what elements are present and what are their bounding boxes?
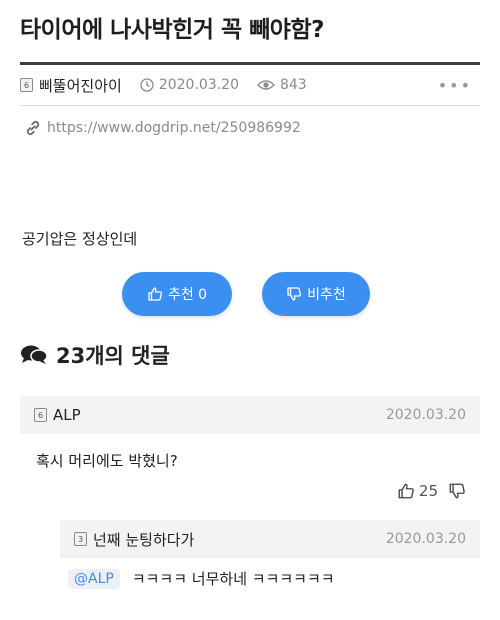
post-url-link[interactable]: https://www.dogdrip.net/250986992 [47, 120, 301, 136]
comment-header: 6 ALP 2020.03.20 [20, 396, 480, 434]
downvote-button[interactable]: 비추천 [262, 272, 370, 316]
reply-text: ㅋㅋㅋㅋ 너무하네 ㅋㅋㅋㅋㅋㅋ [131, 570, 335, 588]
comment-vote-row: 25 [397, 482, 466, 500]
post-views: 843 [257, 77, 307, 93]
post-meta-bar: 6 삐뚤어진아이 2020.03.20 843 ••• [20, 62, 480, 106]
upvote-button[interactable]: 추천 0 [122, 272, 232, 316]
downvote-label: 비추천 [307, 287, 346, 303]
thumbs-down-icon[interactable] [448, 482, 466, 500]
post-date-text: 2020.03.20 [158, 77, 239, 93]
thumbs-up-icon[interactable] [397, 482, 415, 500]
post-url-row[interactable]: https://www.dogdrip.net/250986992 [25, 120, 301, 136]
reply-date: 2020.03.20 [385, 531, 466, 547]
post-date: 2020.03.20 [140, 77, 239, 93]
post-body: 공기압은 정상인데 [22, 230, 138, 248]
comment-level-badge: 6 [34, 408, 47, 422]
comments-count-title: 23개의 댓글 [56, 344, 170, 368]
mention-tag[interactable]: @ALP [68, 568, 120, 589]
reply-body: @ALP ㅋㅋㅋㅋ 너무하네 ㅋㅋㅋㅋㅋㅋ [68, 568, 335, 589]
more-options-icon[interactable]: ••• [438, 76, 472, 95]
reply-level-badge: 3 [74, 532, 87, 546]
author-name[interactable]: 삐뚤어진아이 [39, 75, 122, 96]
reply-header: 3 넌째 눈팅하다가 2020.03.20 [60, 520, 480, 558]
link-icon [26, 120, 40, 136]
upvote-label: 추천 0 [167, 287, 208, 303]
reply-author[interactable]: 넌째 눈팅하다가 [93, 529, 194, 550]
author-level-badge: 6 [20, 78, 33, 92]
thumbs-down-icon [287, 287, 302, 301]
post-title: 타이어에 나사박힌거 꼭 빼야함? [20, 17, 324, 43]
comments-header: 23개의 댓글 [20, 340, 170, 370]
thumbs-up-icon [148, 287, 162, 301]
eye-icon [257, 80, 275, 90]
comment-date: 2020.03.20 [385, 407, 466, 423]
comment-text: 혹시 머리에도 박혔니? [36, 452, 178, 470]
clock-icon [140, 78, 154, 92]
comment-like-count: 25 [418, 482, 438, 500]
comments-icon [21, 345, 48, 364]
comment-author[interactable]: ALP [53, 406, 81, 424]
post-views-text: 843 [279, 77, 307, 93]
